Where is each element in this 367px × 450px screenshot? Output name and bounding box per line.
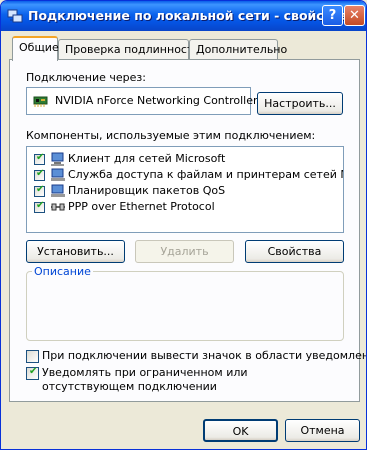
remove-button[interactable]: Удалить <box>135 240 234 263</box>
title-bar[interactable]: Подключение по локальной сети - свойства… <box>1 1 366 31</box>
tab-advanced[interactable]: Дополнительно <box>189 39 287 59</box>
cancel-button[interactable]: Отмена <box>285 419 360 442</box>
component-label: Клиент для сетей Microsoft <box>68 152 226 165</box>
component-label: Служба доступа к файлам и принтерам сете… <box>68 168 343 181</box>
network-service-icon <box>51 168 65 181</box>
components-label: Компоненты, используемые этим подключени… <box>26 129 316 142</box>
device-name: NVIDIA nForce Networking Controller <box>55 94 258 107</box>
component-checkbox[interactable]: ✔ <box>34 168 45 181</box>
connect-via-label: Подключение через: <box>26 71 146 84</box>
window-title: Подключение по локальной сети - свойства <box>28 8 348 23</box>
show-icon-checkbox[interactable] <box>26 350 39 363</box>
component-label: PPP over Ethernet Protocol <box>68 200 215 213</box>
description-group <box>26 271 344 341</box>
network-service-icon <box>51 184 65 197</box>
list-item[interactable]: ✔ Служба доступа к файлам и принтерам се… <box>27 167 343 183</box>
install-button[interactable]: Установить... <box>26 240 125 263</box>
list-item[interactable]: ✔ PPP over Ethernet Protocol <box>27 199 343 215</box>
network-client-icon <box>51 152 64 166</box>
list-item[interactable]: ✔ Планировщик пакетов QoS <box>27 183 343 199</box>
description-legend: Описание <box>32 265 93 278</box>
tab-authentication[interactable]: Проверка подлинности <box>58 39 201 59</box>
list-item[interactable]: ✔ Клиент для сетей Microsoft <box>27 151 343 167</box>
network-connection-icon <box>7 9 23 23</box>
component-checkbox[interactable]: ✔ <box>34 200 45 213</box>
tab-general[interactable]: Общие <box>12 36 59 61</box>
help-button[interactable]: ? <box>322 5 343 26</box>
notify-checkbox[interactable]: ✔ <box>26 366 39 380</box>
notify-label: Уведомлять при ограниченном или отсутств… <box>42 366 248 393</box>
protocol-icon <box>51 203 65 211</box>
show-icon-label: При подключении вывести значок в области… <box>42 349 367 362</box>
properties-dialog: Подключение по локальной сети - свойства… <box>0 0 367 450</box>
component-checkbox[interactable]: ✔ <box>34 184 45 197</box>
component-label: Планировщик пакетов QoS <box>68 184 226 197</box>
components-list[interactable]: ✔ Клиент для сетей Microsoft ✔ Служба до… <box>26 146 344 233</box>
component-checkbox[interactable]: ✔ <box>34 152 45 165</box>
ok-button[interactable]: OK <box>203 419 278 442</box>
close-button[interactable]: ✕ <box>344 5 365 26</box>
configure-button[interactable]: Настроить... <box>257 92 343 115</box>
device-field: NVIDIA nForce Networking Controller <box>26 87 258 115</box>
properties-button[interactable]: Свойства <box>245 240 344 263</box>
network-card-icon <box>33 96 48 107</box>
